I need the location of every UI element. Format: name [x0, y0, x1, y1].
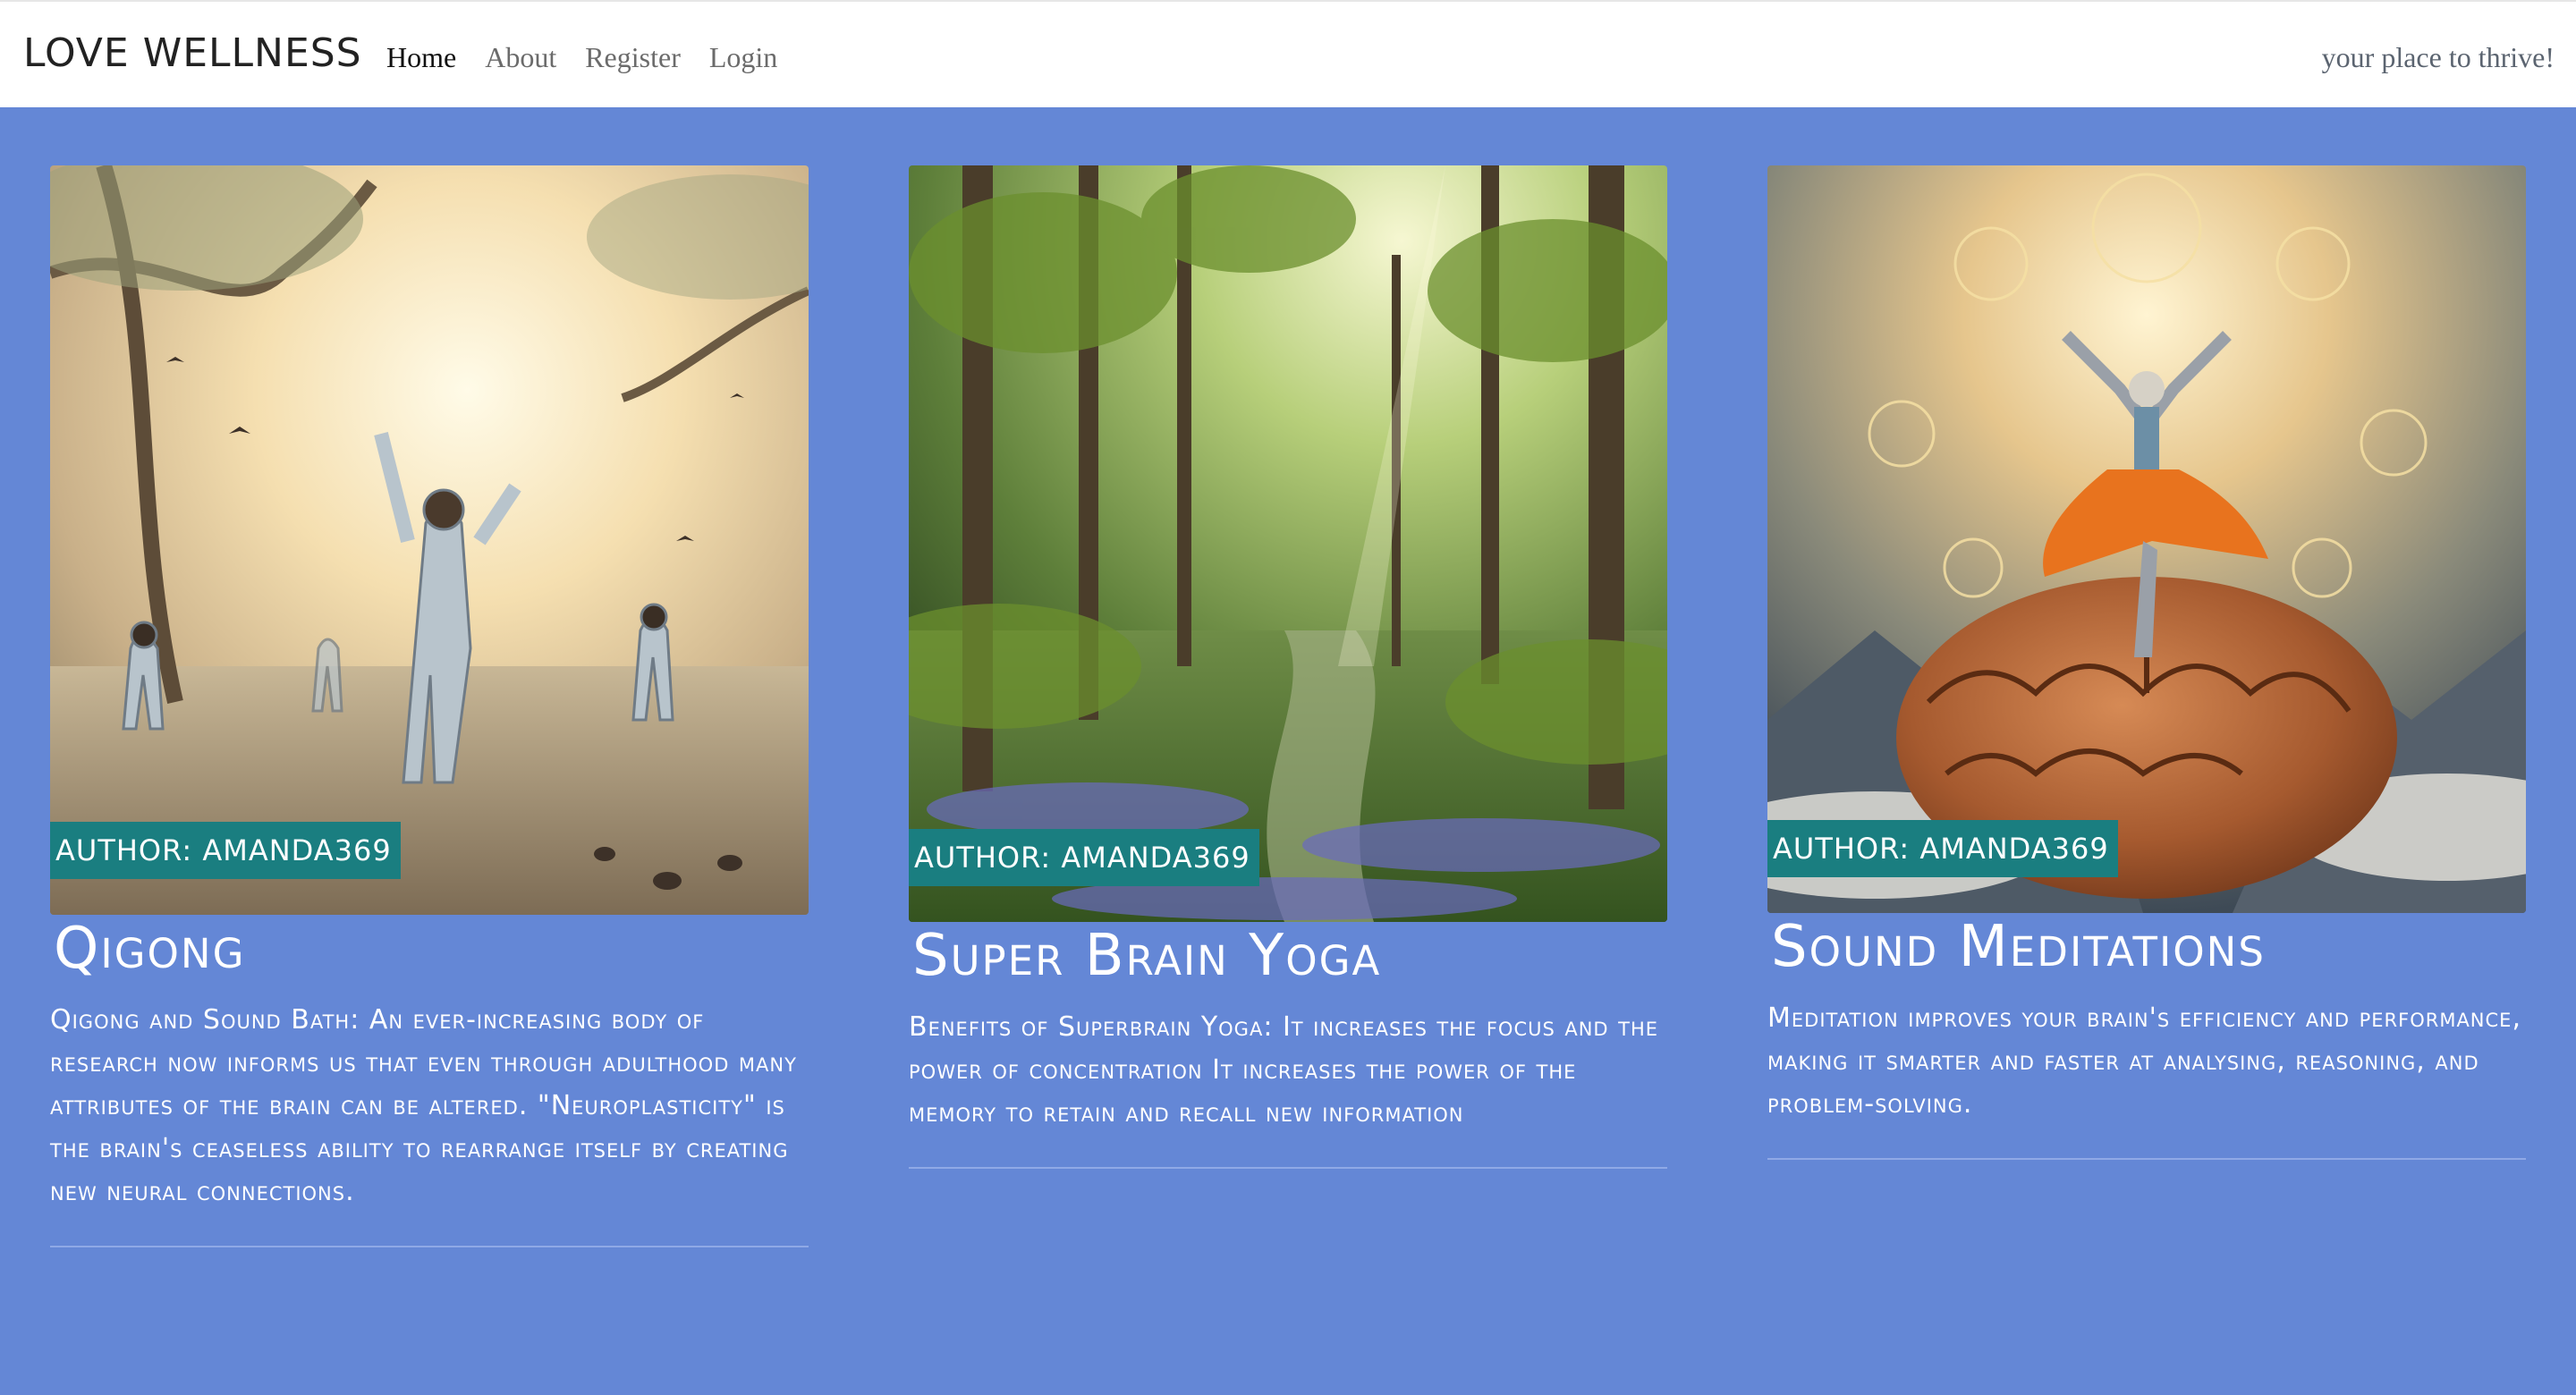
- top-navbar: LOVE WELLNESS Home About Register Login …: [0, 0, 2576, 107]
- author-badge: AUTHOR: AMANDA369: [50, 822, 401, 879]
- nav-link-register[interactable]: Register: [585, 34, 681, 80]
- post-excerpt: Benefits of Superbrain Yoga: It increase…: [909, 1011, 1659, 1129]
- qigong-illustration: [50, 165, 809, 915]
- post-excerpt: Qigong and Sound Bath: An ever-increasin…: [50, 1004, 797, 1207]
- post-card-sound-meditations[interactable]: AUTHOR: AMANDA369 Sound Meditations Medi…: [1767, 165, 2526, 1160]
- post-image-sound-meditations[interactable]: AUTHOR: AMANDA369: [1767, 165, 2526, 913]
- nav-link-about[interactable]: About: [485, 34, 556, 80]
- post-title[interactable]: Super Brain Yoga: [909, 922, 1667, 990]
- site-tagline: your place to thrive!: [2321, 41, 2555, 73]
- nav-links: Home About Register Login: [386, 34, 777, 80]
- meditation-brain-illustration: [1767, 165, 2526, 913]
- nav-link-login[interactable]: Login: [709, 34, 777, 80]
- post-card-super-brain-yoga[interactable]: AUTHOR: AMANDA369 Super Brain Yoga Benef…: [909, 165, 1667, 1169]
- post-image-qigong[interactable]: AUTHOR: AMANDA369: [50, 165, 809, 915]
- post-card-qigong[interactable]: AUTHOR: AMANDA369 Qigong Qigong and Soun…: [50, 165, 809, 1247]
- forest-illustration: [909, 165, 1667, 922]
- post-image-super-brain-yoga[interactable]: AUTHOR: AMANDA369: [909, 165, 1667, 922]
- post-excerpt: Meditation improves your brain's efficie…: [1767, 1002, 2521, 1120]
- post-title[interactable]: Sound Meditations: [1767, 913, 2526, 981]
- post-title[interactable]: Qigong: [50, 915, 809, 983]
- card-divider: [1767, 1158, 2526, 1160]
- nav-link-home[interactable]: Home: [386, 34, 456, 80]
- card-divider: [909, 1167, 1667, 1169]
- brand-logo[interactable]: LOVE WELLNESS: [23, 27, 362, 80]
- author-badge: AUTHOR: AMANDA369: [1767, 820, 2118, 877]
- card-divider: [50, 1246, 809, 1247]
- author-badge: AUTHOR: AMANDA369: [909, 829, 1259, 886]
